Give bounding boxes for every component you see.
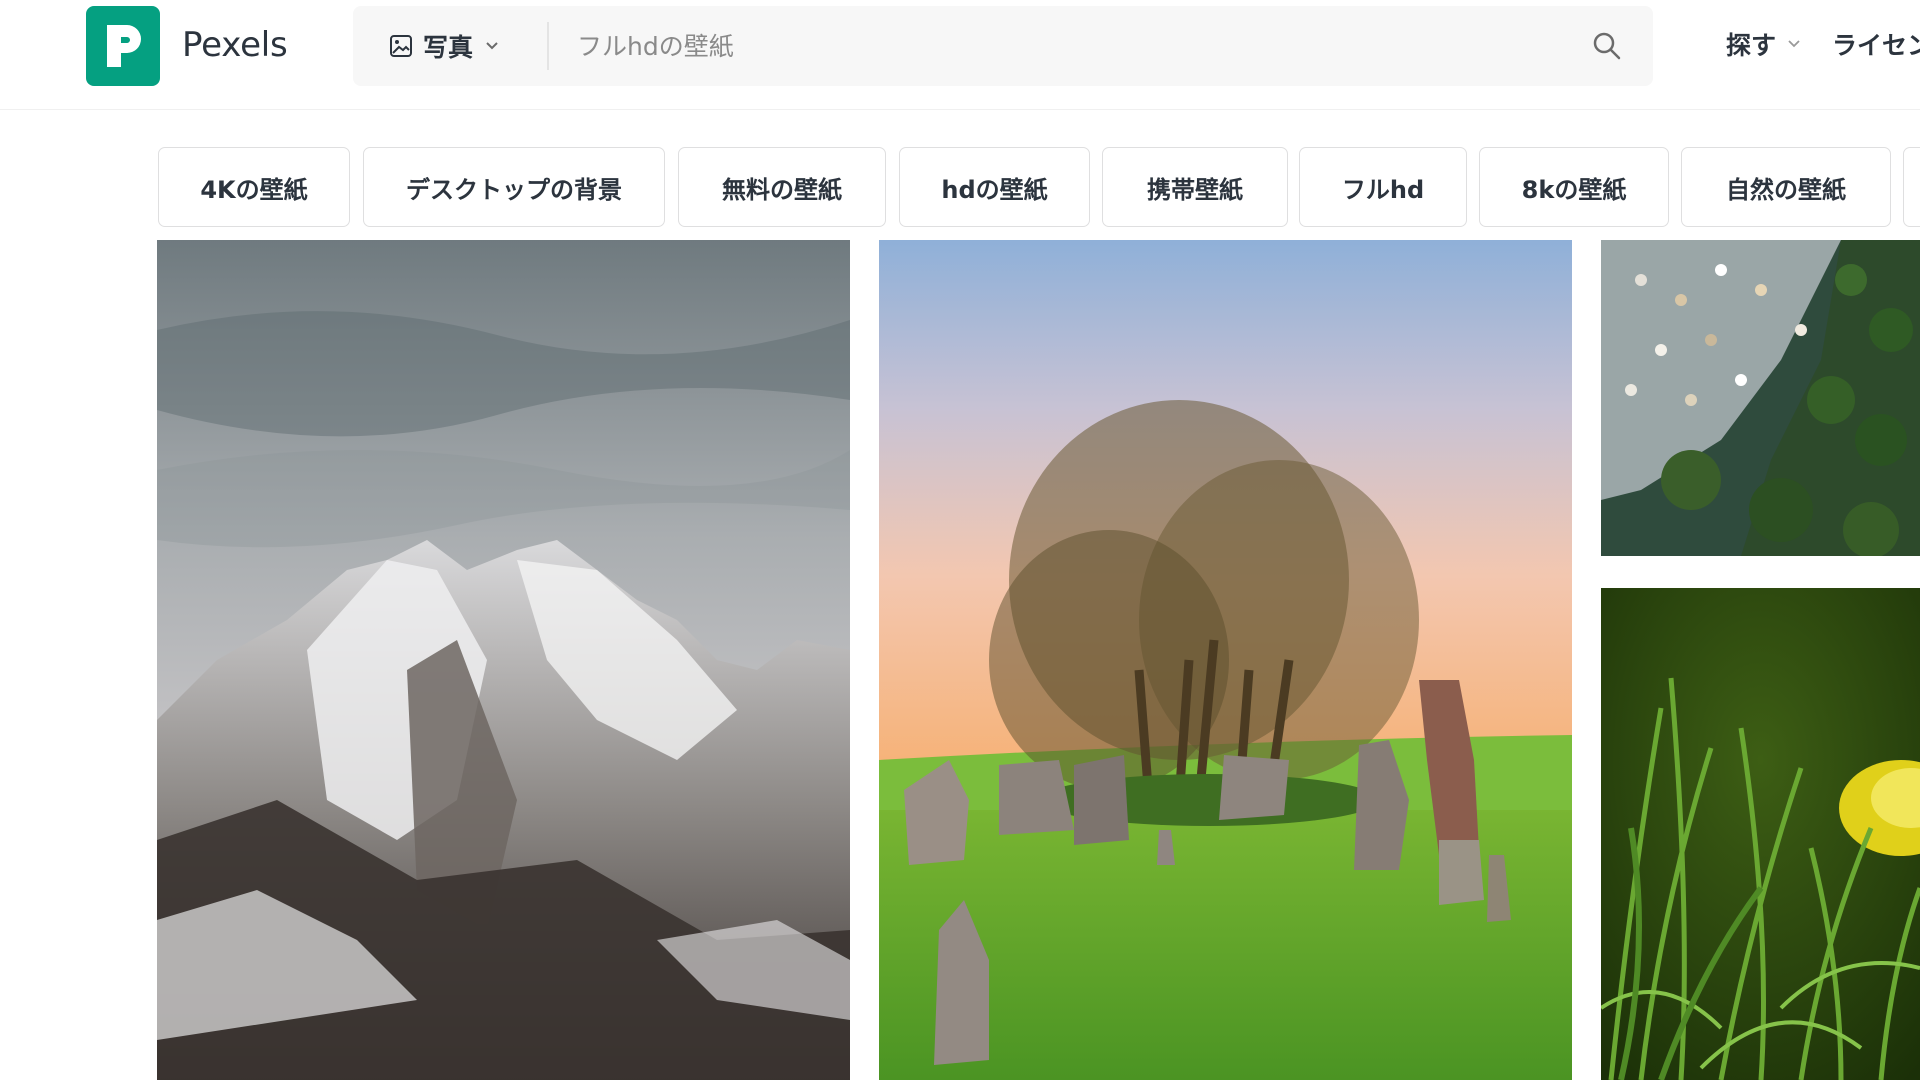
tag-chip[interactable]: 無料の壁紙 [678, 147, 886, 227]
tag-chip[interactable]: hdの壁紙 [899, 147, 1090, 227]
photo-aerial-beach[interactable] [1601, 240, 1920, 556]
media-type-dropdown[interactable]: 写真 [353, 6, 547, 86]
nav-explore-label: 探す [1726, 31, 1777, 60]
top-header: Pexels 写真 探す ライセン [0, 0, 1920, 110]
nav-license[interactable]: ライセン [1832, 26, 1920, 62]
tag-chip[interactable]: デスクトップの背景 [363, 147, 665, 227]
pexels-logo[interactable] [86, 6, 160, 86]
tag-chip[interactable]: フルhd [1299, 147, 1467, 227]
tag-chip[interactable]: 携帯壁紙 [1102, 147, 1288, 227]
photo-grass-flower-image [1601, 588, 1920, 1080]
tag-chip[interactable]: 4Kの壁紙 [158, 147, 350, 227]
search-icon [1593, 32, 1621, 60]
search-input[interactable] [575, 16, 1575, 76]
brand-name[interactable]: Pexels [182, 25, 288, 65]
tag-chip-row: 4Kの壁紙 デスクトップの背景 無料の壁紙 hdの壁紙 携帯壁紙 フルhd 8k… [158, 147, 1920, 227]
pexels-logo-icon [107, 25, 141, 67]
chevron-down-icon [486, 42, 498, 50]
search-button[interactable] [1583, 22, 1631, 70]
photo-aerial-beach-image [1601, 240, 1920, 556]
photo-grass-flower[interactable] [1601, 588, 1920, 1080]
photo-standing-stones[interactable] [879, 240, 1572, 1080]
tag-chip[interactable]: 8kの壁紙 [1479, 147, 1669, 227]
search-divider [547, 22, 549, 70]
media-type-label: 写真 [423, 33, 474, 62]
photo-mountains[interactable] [157, 240, 850, 1080]
photo-standing-stones-image [879, 240, 1572, 1080]
image-icon [390, 35, 412, 57]
search-bar: 写真 [353, 6, 1653, 86]
chevron-down-icon [1788, 40, 1800, 48]
nav-explore[interactable]: 探す [1726, 26, 1802, 62]
tag-chip[interactable]: 自然の壁紙 [1681, 147, 1891, 227]
tag-chip-partial[interactable] [1903, 147, 1920, 227]
photo-mountains-image [157, 240, 850, 1080]
